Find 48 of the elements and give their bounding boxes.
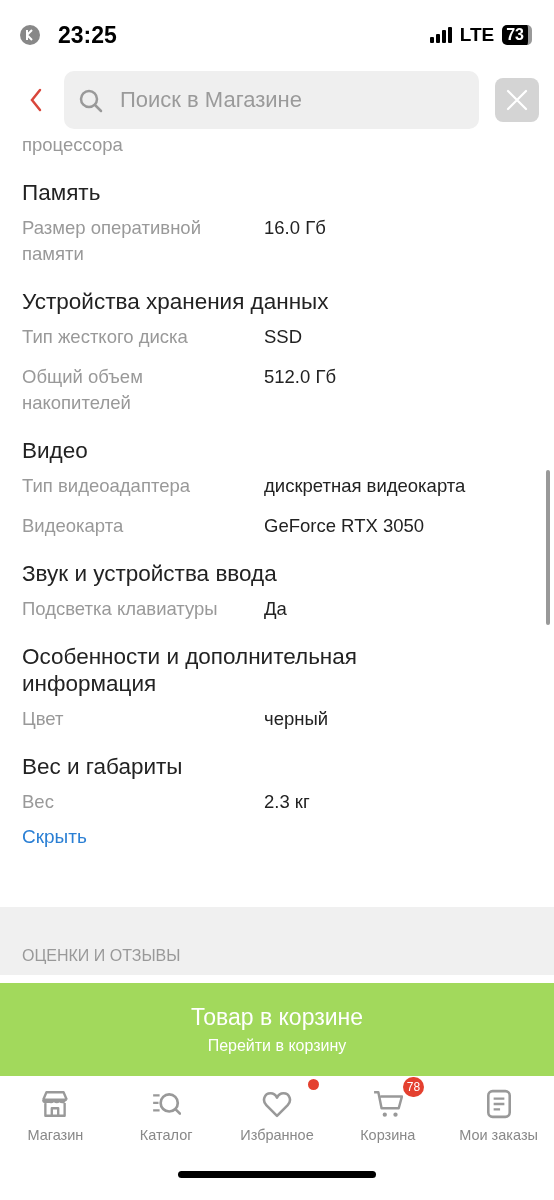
hide-link[interactable]: Скрыть xyxy=(22,826,87,848)
nav-label: Корзина xyxy=(360,1127,416,1143)
spec-label: Подсветка клавиатуры xyxy=(22,597,219,621)
battery-indicator: 73 xyxy=(502,25,532,45)
search-field[interactable]: Поиск в Магазине xyxy=(64,71,479,129)
section-title: Особенности и дополнительная информация xyxy=(22,643,358,697)
network-label: LTE xyxy=(459,24,495,46)
spec-label: Вес xyxy=(22,790,55,814)
shop-icon xyxy=(40,1089,71,1119)
section-title: Вес и габариты xyxy=(22,753,184,780)
status-time: 23:25 xyxy=(58,21,117,49)
count-badge: 78 xyxy=(402,1077,425,1097)
nav-tab[interactable]: Каталог xyxy=(110,1076,222,1156)
spec-value: 16.0 Гб xyxy=(264,216,326,240)
spec-value: 2.3 кг xyxy=(264,790,310,814)
close-icon xyxy=(506,89,528,111)
nav-tab[interactable]: Магазин xyxy=(0,1076,111,1156)
spec-value: GeForce RTX 3050 xyxy=(264,514,425,538)
nav-tab[interactable]: 78 Корзина xyxy=(332,1076,444,1156)
spec-label: Видеокарта xyxy=(22,514,125,538)
spec-label: Размер оперативной памяти xyxy=(22,216,202,266)
spec-label: Тип жесткого диска xyxy=(22,325,189,349)
spec-label: Общий объем накопителей xyxy=(22,365,144,415)
signal-icon xyxy=(429,27,452,43)
spec-label: Цвет xyxy=(22,707,65,731)
spec-value: черный xyxy=(264,707,329,731)
app-icon xyxy=(20,25,40,45)
section-header: ОЦЕНКИ И ОТЗЫВЫ xyxy=(22,947,181,965)
section-title: Память xyxy=(22,179,102,206)
section-title: Видео xyxy=(22,437,89,464)
section-title: Устройства хранения данных xyxy=(22,288,330,315)
spec-label: Тип видеоадаптера xyxy=(22,474,192,498)
back-icon xyxy=(30,88,42,112)
spec-value: SSD xyxy=(264,325,303,349)
nav-label: Магазин xyxy=(27,1127,84,1143)
spec-value: 512.0 Гб xyxy=(264,365,337,389)
nav-tab[interactable]: Избранное xyxy=(221,1076,333,1156)
nav-label: Каталог xyxy=(139,1127,193,1143)
section-title: Звук и устройства ввода xyxy=(22,560,278,587)
nav-label: Избранное xyxy=(240,1127,314,1143)
nav-tab[interactable]: Мои заказы xyxy=(443,1076,554,1156)
spec-value: дискретная видеокарта xyxy=(264,474,466,498)
spec-label: процессора xyxy=(22,133,124,157)
nav-label: Мои заказы xyxy=(459,1127,538,1143)
cart-icon xyxy=(372,1089,403,1119)
heart-icon xyxy=(262,1089,292,1119)
search-icon xyxy=(78,88,103,113)
spec-value: Да xyxy=(264,597,287,621)
